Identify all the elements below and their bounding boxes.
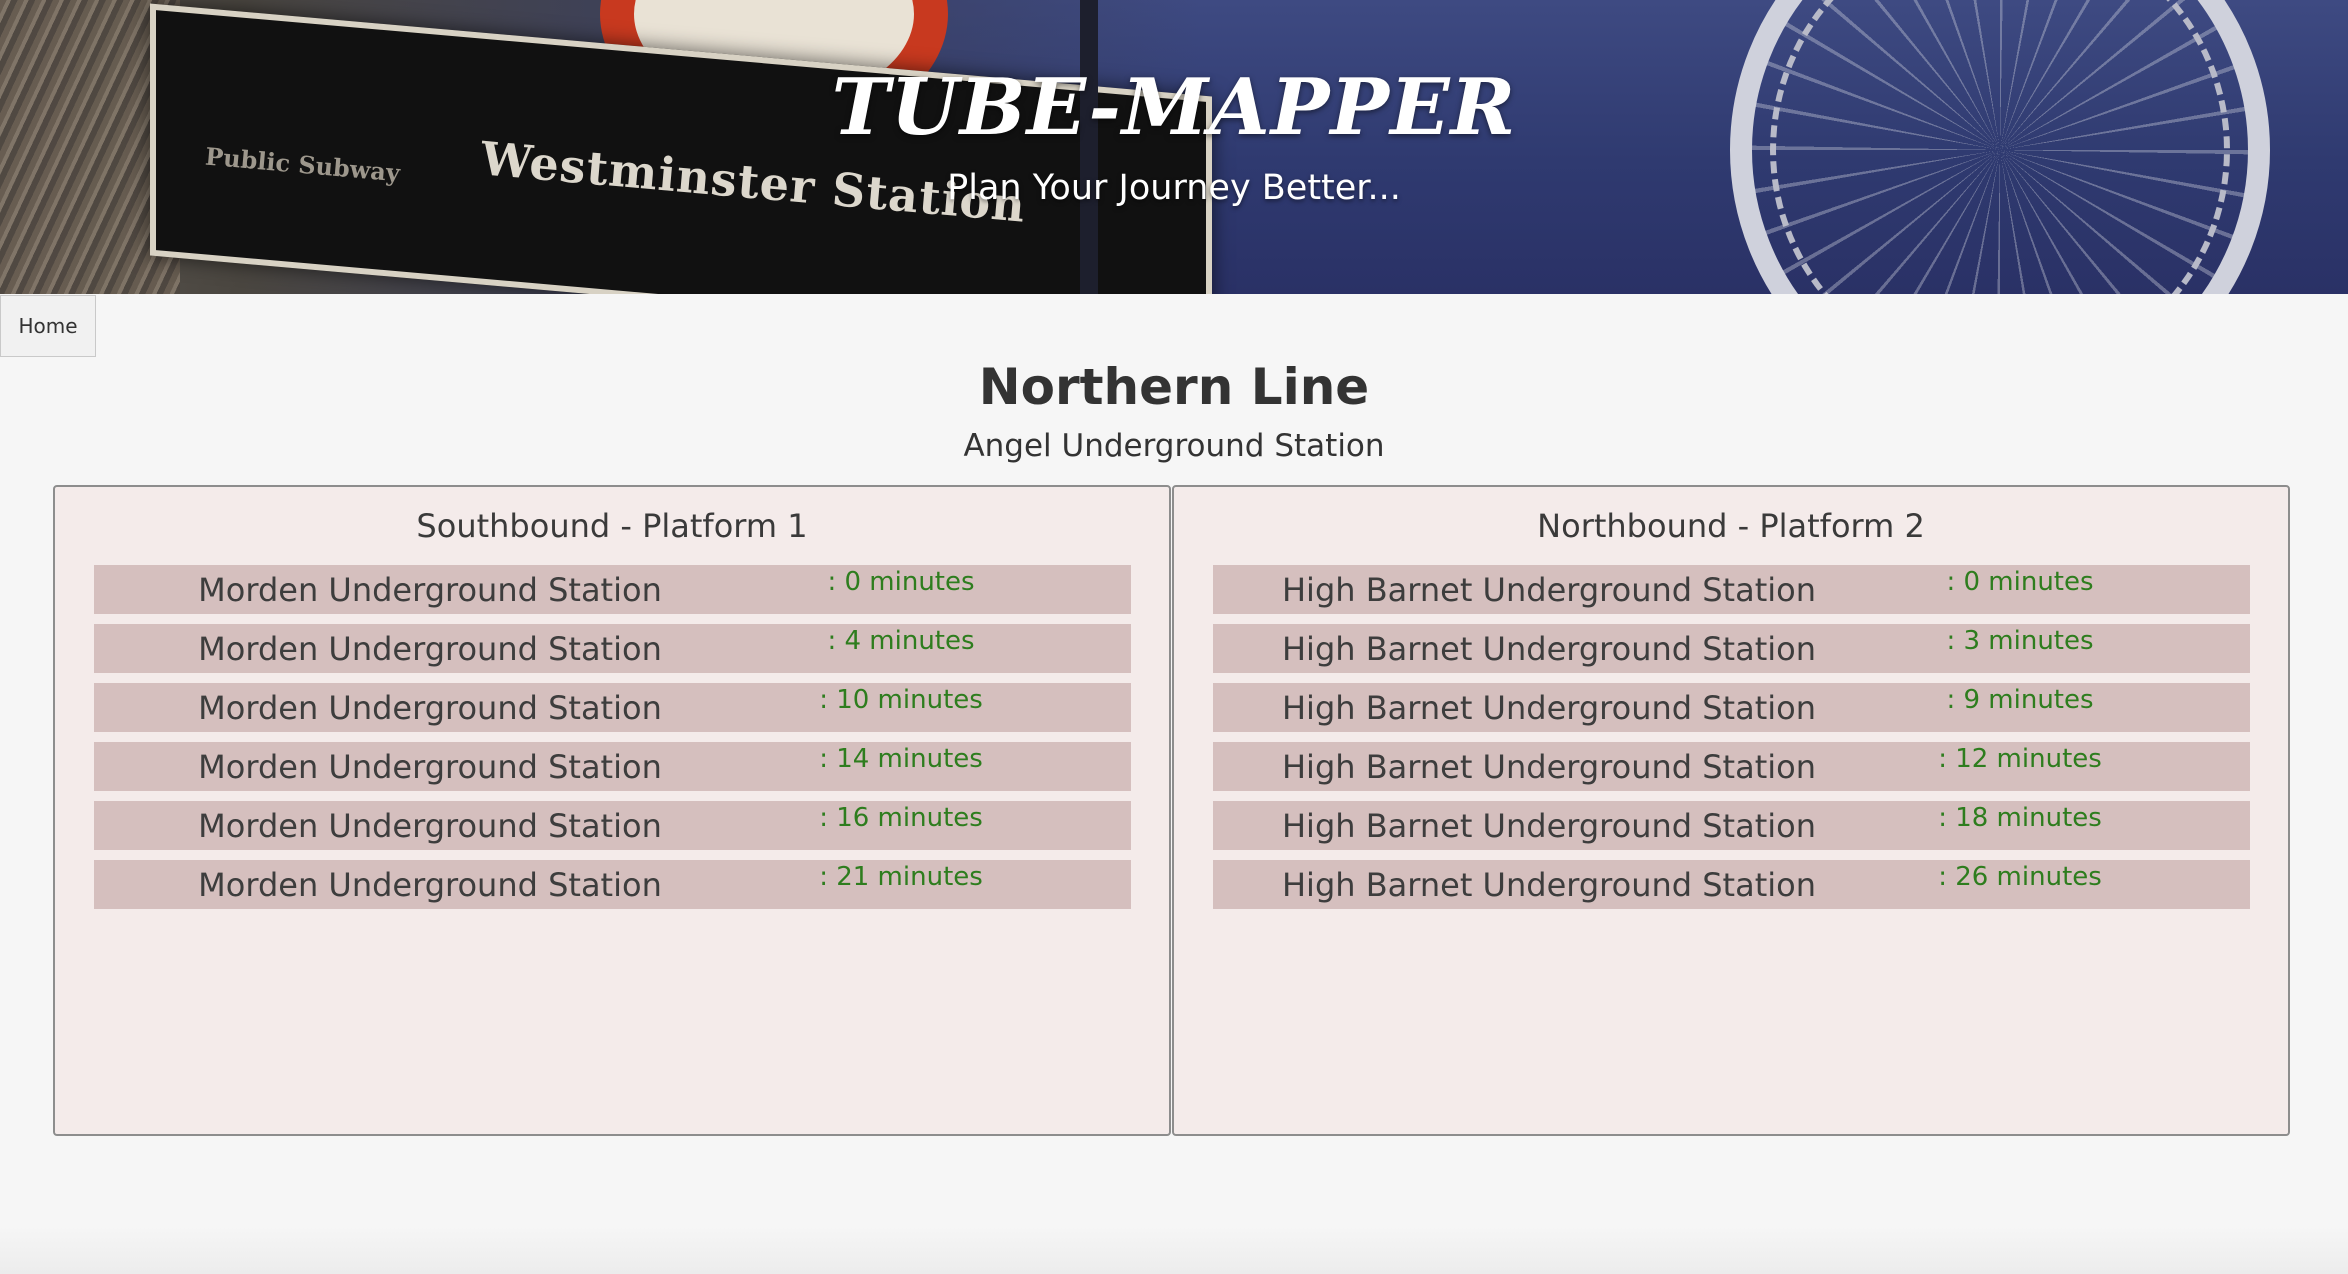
arrival-minutes: : 18 minutes [1938, 803, 2102, 833]
platform-panel-northbound: Northbound - Platform 2 High Barnet Unde… [1172, 485, 2290, 1136]
platform-panel-southbound: Southbound - Platform 1 Morden Undergrou… [53, 485, 1171, 1136]
arrival-destination: High Barnet Underground Station [1281, 689, 1816, 727]
hero-banner: Public Subway Westminster Station TUBE-M… [0, 0, 2348, 294]
platform-title: Southbound - Platform 1 [416, 507, 808, 545]
arrival-row: High Barnet Underground Station : 3 minu… [1213, 624, 2250, 673]
arrival-destination: High Barnet Underground Station [1281, 866, 1816, 904]
arrival-destination: Morden Underground Station [198, 630, 662, 668]
arrival-minutes: : 12 minutes [1938, 744, 2102, 774]
arrival-destination: Morden Underground Station [198, 748, 662, 786]
arrival-destination: Morden Underground Station [198, 571, 662, 609]
arrival-destination: High Barnet Underground Station [1281, 748, 1816, 786]
arrival-row: High Barnet Underground Station : 0 minu… [1213, 565, 2250, 614]
arrival-minutes: : 16 minutes [819, 803, 983, 833]
page-footer-fade [0, 1226, 2348, 1274]
home-button[interactable]: Home [0, 295, 96, 357]
arrival-destination: High Barnet Underground Station [1281, 630, 1816, 668]
arrival-destination: High Barnet Underground Station [1281, 807, 1816, 845]
arrival-row: High Barnet Underground Station : 12 min… [1213, 742, 2250, 791]
arrival-row: Morden Underground Station : 16 minutes [94, 801, 1131, 850]
line-title: Northern Line [978, 358, 1370, 416]
platform-title: Northbound - Platform 2 [1537, 507, 1925, 545]
arrival-destination: Morden Underground Station [198, 689, 662, 727]
arrival-destination: Morden Underground Station [198, 866, 662, 904]
arrival-row: Morden Underground Station : 14 minutes [94, 742, 1131, 791]
arrival-minutes: : 10 minutes [819, 685, 983, 715]
arrival-row: Morden Underground Station : 4 minutes [94, 624, 1131, 673]
arrival-minutes: : 4 minutes [827, 626, 975, 656]
arrival-row: High Barnet Underground Station : 18 min… [1213, 801, 2250, 850]
arrival-destination: Morden Underground Station [198, 807, 662, 845]
arrival-minutes: : 26 minutes [1938, 862, 2102, 892]
arrival-row: Morden Underground Station : 0 minutes [94, 565, 1131, 614]
arrival-minutes: : 14 minutes [819, 744, 983, 774]
arrival-destination: High Barnet Underground Station [1281, 571, 1816, 609]
arrival-row: High Barnet Underground Station : 26 min… [1213, 860, 2250, 909]
arrival-minutes: : 21 minutes [819, 862, 983, 892]
arrival-row: High Barnet Underground Station : 9 minu… [1213, 683, 2250, 732]
station-title: Angel Underground Station [963, 428, 1385, 464]
arrival-minutes: : 0 minutes [827, 567, 975, 597]
arrival-minutes: : 0 minutes [1946, 567, 2094, 597]
arrival-row: Morden Underground Station : 10 minutes [94, 683, 1131, 732]
arrival-minutes: : 9 minutes [1946, 685, 2094, 715]
arrival-minutes: : 3 minutes [1946, 626, 2094, 656]
arrival-row: Morden Underground Station : 21 minutes [94, 860, 1131, 909]
site-subtitle: Plan Your Journey Better... [947, 168, 1401, 208]
site-title: TUBE-MAPPER [831, 62, 1517, 153]
